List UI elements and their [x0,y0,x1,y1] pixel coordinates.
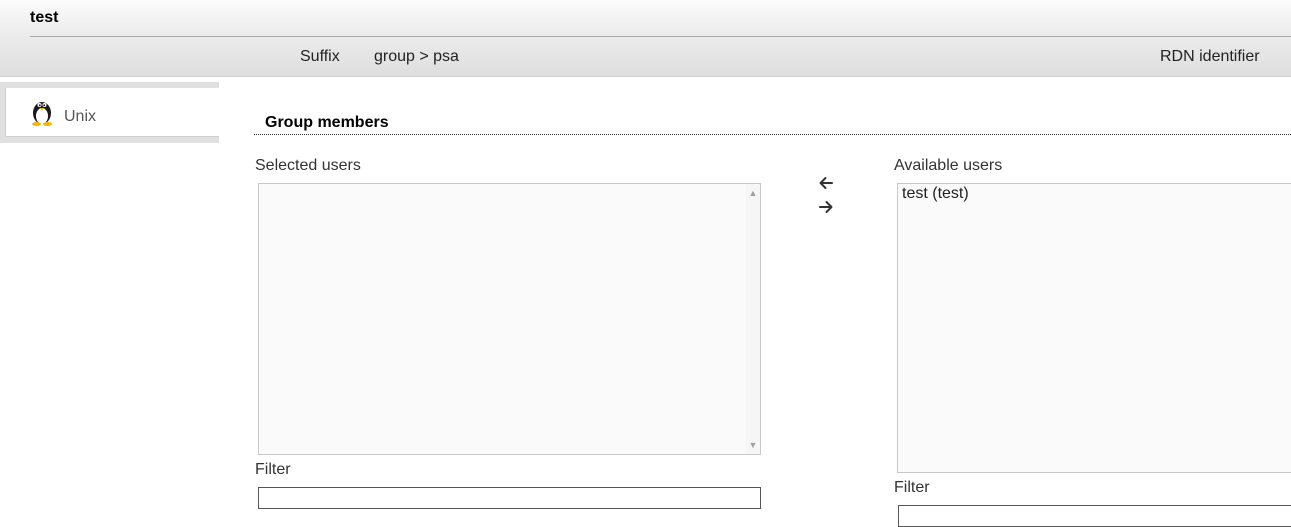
available-users-label: Available users [894,157,1003,174]
selected-users-filter-label: Filter [255,461,291,478]
rdn-identifier-label: RDN identifier [1160,48,1260,65]
entry-header: test Suffix group > psa RDN identifier [0,0,1291,77]
selected-users-scrollbar[interactable]: ▲ ▼ [746,184,760,454]
list-item[interactable]: test (test) [902,185,969,203]
selected-users-label: Selected users [255,157,361,174]
tab-panel: Unix [0,82,219,143]
penguin-icon [30,98,54,126]
available-users-filter-input[interactable] [898,505,1291,527]
header-divider [30,36,1291,37]
tab-unix[interactable]: Unix [5,88,219,137]
scroll-down-icon[interactable]: ▼ [746,438,760,452]
scroll-up-icon[interactable]: ▲ [746,186,760,200]
arrow-right-icon [816,198,836,216]
add-member-button[interactable] [816,174,836,192]
suffix-value: group > psa [374,48,459,65]
selected-users-filter-input[interactable] [258,487,761,509]
selected-users-list[interactable]: ▲ ▼ [258,183,761,455]
section-divider [254,134,1291,135]
suffix-label: Suffix [300,48,340,65]
entry-title: test [30,9,59,26]
available-users-filter-label: Filter [894,479,930,496]
tab-unix-label: Unix [64,108,97,125]
section-title: Group members [265,114,389,131]
available-users-list[interactable]: test (test) [897,183,1291,473]
remove-member-button[interactable] [816,198,836,216]
arrow-left-icon [816,174,836,192]
